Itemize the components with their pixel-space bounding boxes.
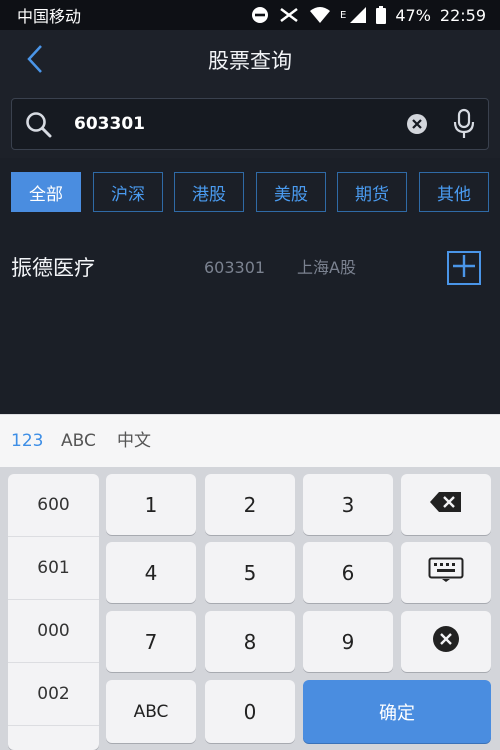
- clear-icon[interactable]: [406, 113, 428, 139]
- backspace-icon: [429, 491, 463, 518]
- battery-percent: 47%: [395, 5, 431, 25]
- stock-name: 振德医疗: [11, 256, 95, 280]
- carrier-name: 中国移动: [17, 7, 82, 26]
- key-1[interactable]: 1: [106, 474, 196, 535]
- prefix-list: 600 601 000 002: [8, 474, 99, 750]
- do-not-disturb-icon: [251, 6, 269, 24]
- search-bar: 603301: [0, 92, 500, 158]
- stock-market: 上海A股: [297, 258, 356, 277]
- key-2[interactable]: 2: [205, 474, 295, 535]
- tab-futures[interactable]: 期货: [337, 172, 407, 212]
- mode-abc[interactable]: ABC: [61, 415, 96, 468]
- clear-all-key[interactable]: [401, 611, 491, 672]
- no-sim-icon: [278, 6, 300, 24]
- signal-icon: [349, 6, 367, 24]
- prefix-key-600[interactable]: 600: [8, 474, 99, 537]
- prefix-key-601[interactable]: 601: [8, 537, 99, 600]
- keyboard-mode-bar: 123 ABC 中文: [0, 414, 500, 467]
- prefix-key-002[interactable]: 002: [8, 663, 99, 726]
- status-icons: E 47% 22:59: [251, 6, 486, 25]
- key-6[interactable]: 6: [303, 542, 393, 603]
- tab-all[interactable]: 全部: [11, 172, 81, 212]
- status-bar: 中国移动 E 47% 22:59: [0, 0, 500, 30]
- search-icon: [25, 111, 53, 143]
- tab-us-stocks[interactable]: 美股: [256, 172, 326, 212]
- numeric-keyboard: 600 601 000 002 1 2 3 4 5 6 7 8 9 ABC 0 …: [0, 467, 500, 750]
- stock-code: 603301: [204, 258, 266, 277]
- keyboard-icon: [428, 557, 464, 588]
- tab-shanghai-shenzhen[interactable]: 沪深: [93, 172, 163, 212]
- key-5[interactable]: 5: [205, 542, 295, 603]
- nav-bar: 股票查询: [0, 30, 500, 92]
- backspace-key[interactable]: [401, 474, 491, 535]
- add-to-watchlist-button[interactable]: [447, 251, 481, 285]
- prefix-key-000[interactable]: 000: [8, 600, 99, 663]
- abc-key[interactable]: ABC: [106, 680, 196, 743]
- clock: 22:59: [439, 5, 486, 25]
- switch-keyboard-key[interactable]: [401, 542, 491, 603]
- mode-numeric[interactable]: 123: [11, 415, 43, 468]
- chevron-left-icon: [26, 44, 44, 78]
- network-type-label: E: [340, 9, 347, 21]
- wifi-icon: [309, 6, 331, 24]
- search-input[interactable]: 603301: [74, 99, 145, 149]
- mode-chinese[interactable]: 中文: [117, 415, 151, 468]
- close-circle-icon: [432, 625, 460, 658]
- battery-icon: [376, 6, 387, 24]
- plus-icon: [452, 254, 476, 282]
- tab-other[interactable]: 其他: [419, 172, 489, 212]
- key-0[interactable]: 0: [205, 680, 295, 743]
- market-tabs: 全部 沪深 港股 美股 期货 其他: [0, 158, 500, 228]
- key-7[interactable]: 7: [106, 611, 196, 672]
- key-8[interactable]: 8: [205, 611, 295, 672]
- search-box[interactable]: 603301: [11, 98, 489, 150]
- list-item[interactable]: 振德医疗 603301 上海A股: [0, 238, 500, 298]
- key-3[interactable]: 3: [303, 474, 393, 535]
- key-4[interactable]: 4: [106, 542, 196, 603]
- results-list: 振德医疗 603301 上海A股: [0, 228, 500, 414]
- key-9[interactable]: 9: [303, 611, 393, 672]
- tab-hong-kong[interactable]: 港股: [174, 172, 244, 212]
- page-title: 股票查询: [208, 49, 292, 73]
- microphone-icon[interactable]: [452, 108, 476, 144]
- confirm-button[interactable]: 确定: [303, 680, 491, 743]
- back-button[interactable]: [20, 44, 50, 78]
